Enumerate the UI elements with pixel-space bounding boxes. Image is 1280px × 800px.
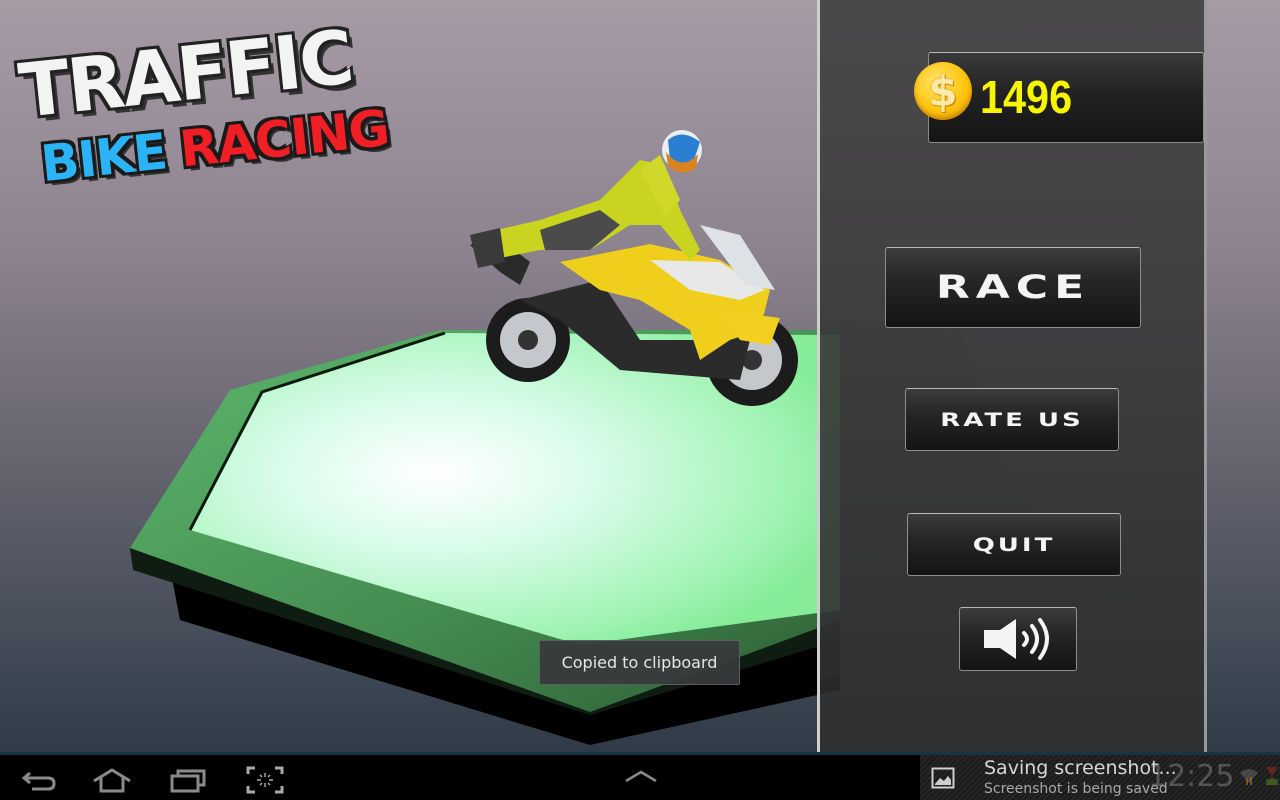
speaker-volume-icon — [984, 618, 1049, 660]
logo-word-bike: BIKE — [38, 122, 170, 194]
notification-subtitle: Screenshot is being saved — [984, 781, 1168, 797]
rate-us-button-label: RATE US — [940, 408, 1084, 431]
battery-icon — [1266, 767, 1278, 785]
dollar-coin-icon: $ — [914, 62, 972, 120]
screenshot-notification[interactable]: 12:25 Saving screenshot... Screenshot is… — [920, 752, 1280, 800]
quit-button-label: QUIT — [972, 533, 1056, 556]
quit-button[interactable]: QUIT — [907, 513, 1121, 576]
toast-message: Copied to clipboard — [539, 640, 740, 685]
wifi-icon — [1240, 769, 1258, 785]
race-button-label: RACE — [935, 269, 1091, 306]
screenshot-icon[interactable] — [245, 765, 285, 795]
image-icon — [931, 767, 955, 789]
rate-us-button[interactable]: RATE US — [905, 388, 1119, 451]
sound-toggle-button[interactable] — [959, 607, 1077, 671]
back-icon[interactable] — [20, 765, 60, 795]
motorcycle-rider — [470, 130, 798, 406]
home-icon[interactable] — [92, 765, 132, 795]
chevron-up-icon[interactable] — [622, 769, 660, 785]
race-button[interactable]: RACE — [885, 247, 1141, 328]
notification-title: Saving screenshot... — [984, 757, 1177, 779]
coins-value: 1496 — [980, 71, 1073, 123]
recent-apps-icon[interactable] — [168, 765, 208, 795]
